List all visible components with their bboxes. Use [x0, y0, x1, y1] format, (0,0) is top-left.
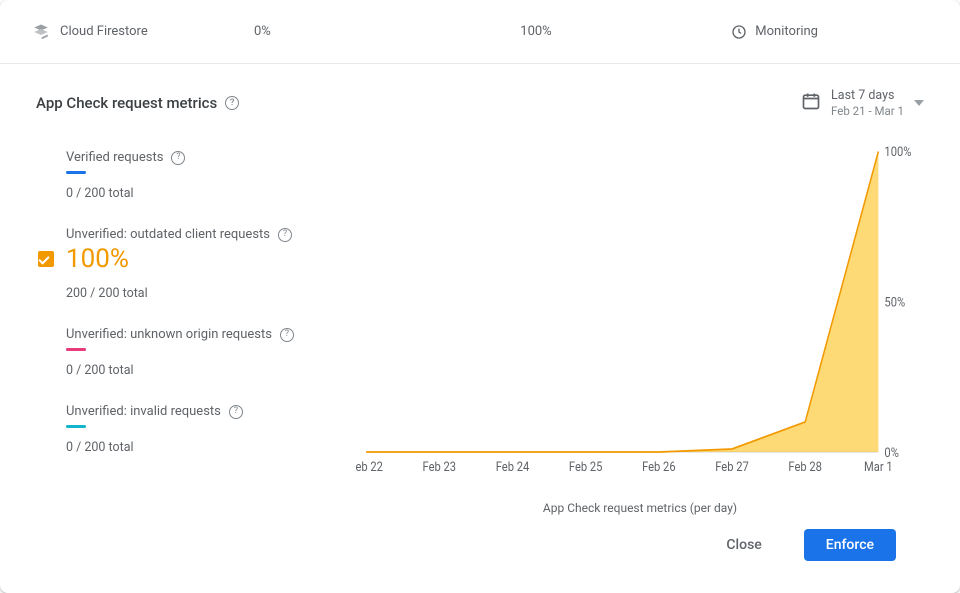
- metric-label: Verified requests?: [66, 150, 348, 165]
- firestore-icon: [32, 23, 50, 41]
- enforce-button[interactable]: Enforce: [804, 529, 896, 561]
- topbar: Cloud Firestore 0% 100% Monitoring: [0, 0, 960, 64]
- metric-item[interactable]: Unverified: invalid requests? 0 / 200 tot…: [36, 396, 348, 473]
- metric-swatch: [66, 171, 86, 174]
- page-title-text: App Check request metrics: [36, 94, 217, 112]
- svg-text:Feb 26: Feb 26: [642, 459, 676, 474]
- svg-text:50%: 50%: [884, 295, 905, 310]
- topbar-pct-b: 100%: [446, 24, 626, 39]
- status-cell: Monitoring: [731, 24, 928, 40]
- help-icon[interactable]: ?: [225, 96, 239, 110]
- svg-text:Feb 24: Feb 24: [496, 459, 530, 474]
- chart-panel: 0% 50% 100% Feb 22 Feb 23 Feb 24 Feb 25 Feb 26 F…: [356, 142, 924, 515]
- product-label: Cloud Firestore: [60, 24, 148, 39]
- metric-sub: 200 / 200 total: [66, 286, 348, 301]
- chart: 0% 50% 100% Feb 22 Feb 23 Feb 24 Feb 25 Feb 26 F…: [356, 142, 924, 497]
- date-range-name: Last 7 days: [831, 88, 904, 104]
- page-title: App Check request metrics ?: [36, 94, 239, 112]
- topbar-pct-a: 0%: [254, 24, 434, 39]
- clock-icon: [731, 24, 747, 40]
- chevron-down-icon: [914, 100, 924, 106]
- help-icon[interactable]: ?: [171, 151, 185, 165]
- metric-item[interactable]: Unverified: unknown origin requests? 0 / …: [36, 319, 348, 396]
- footer: Close Enforce: [36, 515, 924, 581]
- metric-label: Unverified: invalid requests?: [66, 404, 348, 419]
- product-cell: Cloud Firestore: [32, 23, 242, 41]
- help-icon[interactable]: ?: [278, 228, 292, 242]
- date-range-label: Last 7 days Feb 21 - Mar 1: [831, 88, 904, 118]
- app-check-card: Cloud Firestore 0% 100% Monitoring App C…: [0, 0, 960, 593]
- metric-label: Unverified: outdated client requests?: [66, 227, 348, 242]
- svg-text:Feb 27: Feb 27: [715, 459, 749, 474]
- svg-text:Mar 1: Mar 1: [864, 459, 893, 474]
- help-icon[interactable]: ?: [280, 328, 294, 342]
- main-split: Verified requests?0 / 200 totalUnverifie…: [36, 142, 924, 515]
- svg-text:100%: 100%: [884, 144, 911, 159]
- help-icon[interactable]: ?: [229, 405, 243, 419]
- close-button[interactable]: Close: [704, 529, 783, 561]
- svg-text:0%: 0%: [884, 445, 899, 460]
- metric-value: 100%: [66, 244, 348, 274]
- chart-caption: App Check request metrics (per day): [356, 501, 924, 515]
- metric-swatch: [66, 348, 86, 351]
- metric-label: Unverified: unknown origin requests?: [66, 327, 348, 342]
- date-range-sub: Feb 21 - Mar 1: [831, 104, 904, 118]
- title-row: App Check request metrics ? Last 7 days …: [36, 88, 924, 118]
- status-label: Monitoring: [755, 24, 818, 39]
- metric-swatch: [66, 425, 86, 428]
- svg-text:Feb 28: Feb 28: [788, 459, 822, 474]
- date-range-picker[interactable]: Last 7 days Feb 21 - Mar 1: [801, 88, 924, 118]
- svg-text:Feb 22: Feb 22: [356, 459, 383, 474]
- svg-text:Feb 25: Feb 25: [569, 459, 603, 474]
- metric-item[interactable]: Unverified: outdated client requests? 100…: [36, 219, 348, 319]
- svg-text:Feb 23: Feb 23: [423, 459, 457, 474]
- metric-sub: 0 / 200 total: [66, 186, 348, 201]
- calendar-icon: [801, 91, 821, 115]
- metric-sub: 0 / 200 total: [66, 440, 348, 455]
- metric-list: Verified requests?0 / 200 totalUnverifie…: [36, 142, 356, 515]
- body: App Check request metrics ? Last 7 days …: [0, 64, 960, 593]
- metric-item[interactable]: Verified requests? 0 / 200 total: [36, 142, 348, 219]
- metric-sub: 0 / 200 total: [66, 363, 348, 378]
